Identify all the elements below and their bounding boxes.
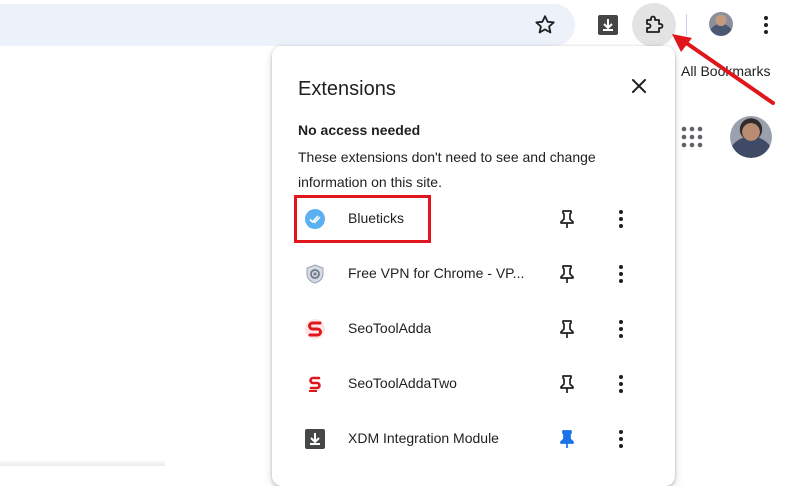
extension-name: SeoToolAddaTwo	[348, 375, 457, 391]
shield-vpn-icon	[306, 264, 324, 284]
more-vertical-icon[interactable]	[611, 208, 631, 230]
more-vertical-icon[interactable]	[611, 428, 631, 450]
address-bar[interactable]	[0, 4, 575, 46]
extension-name: Free VPN for Chrome - VP...	[348, 265, 525, 281]
page-bottom-shade	[0, 460, 165, 466]
section-heading: No access needed	[298, 122, 421, 138]
seotooladda-two-icon	[309, 376, 321, 392]
xdm-download-icon	[305, 429, 325, 449]
pin-outline-icon[interactable]	[557, 318, 577, 340]
extension-row-seotooladda[interactable]: SeoToolAdda	[272, 302, 675, 357]
annotation-arrow	[672, 34, 775, 105]
panel-title: Extensions	[298, 78, 396, 100]
pin-outline-icon[interactable]	[557, 208, 577, 230]
section-description: These extensions don't need to see and c…	[298, 149, 596, 190]
seotooladda-icon	[305, 319, 325, 339]
extension-name: SeoToolAdda	[348, 320, 432, 336]
annotation-highlight-box	[294, 195, 431, 243]
pin-outline-icon[interactable]	[557, 373, 577, 395]
extensions-panel: Extensions No access needed These extens…	[272, 46, 675, 486]
account-avatar[interactable]	[730, 116, 772, 158]
extension-row-xdm[interactable]: XDM Integration Module	[272, 412, 675, 467]
extension-name: XDM Integration Module	[348, 430, 499, 446]
extension-row-seotooladdatwo[interactable]: SeoToolAddaTwo	[272, 357, 675, 412]
star-outline-icon[interactable]	[533, 13, 557, 37]
pin-outline-icon[interactable]	[557, 263, 577, 285]
more-vertical-icon[interactable]	[611, 318, 631, 340]
close-icon[interactable]	[629, 76, 649, 96]
more-vertical-icon[interactable]	[611, 373, 631, 395]
apps-grid-icon[interactable]	[681, 126, 703, 148]
extension-row-free-vpn[interactable]: Free VPN for Chrome - VP...	[272, 247, 675, 302]
more-vertical-icon[interactable]	[611, 263, 631, 285]
download-icon[interactable]	[597, 14, 619, 36]
pin-filled-icon[interactable]	[557, 428, 577, 450]
